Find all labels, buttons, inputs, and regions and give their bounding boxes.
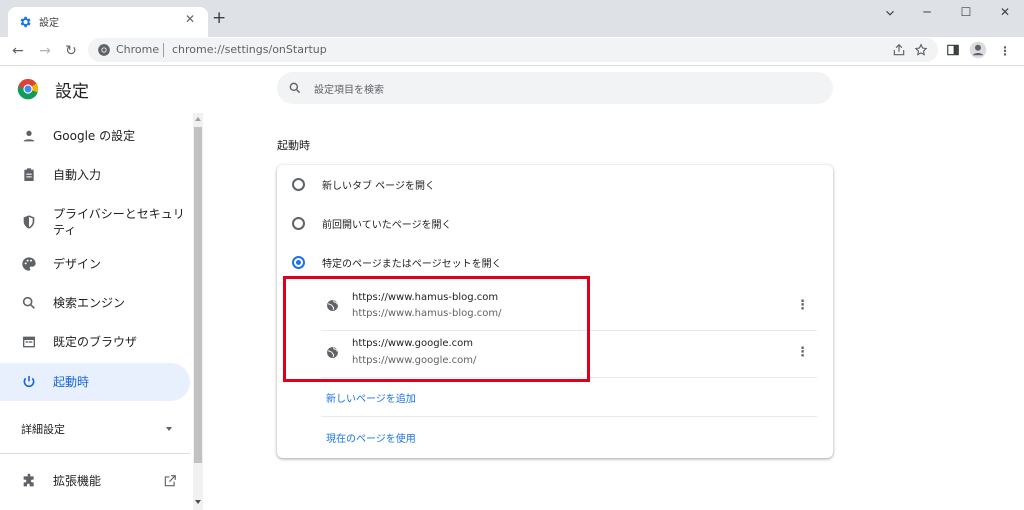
- advanced-settings[interactable]: 詳細設定: [21, 421, 65, 437]
- page-more-actions-icon[interactable]: ⋮: [796, 345, 809, 361]
- settings-search-input[interactable]: 設定項目を検索: [277, 72, 833, 104]
- sidebar-item-autofill[interactable]: 自動入力: [0, 156, 190, 194]
- back-button[interactable]: ←: [8, 42, 28, 60]
- search-icon: [22, 296, 35, 309]
- caret-down-icon[interactable]: [163, 424, 175, 434]
- search-icon: [289, 82, 301, 94]
- browser-tab[interactable]: 設定 ✕: [8, 7, 208, 37]
- browser-icon: [23, 336, 35, 348]
- address-bar[interactable]: Chrome chrome://settings/onStartup: [88, 38, 938, 62]
- sidebar-item-google[interactable]: Google の設定: [0, 117, 190, 155]
- shield-icon: [23, 215, 35, 229]
- sidebar-item-label: 検索エンジン: [53, 296, 126, 310]
- radio-specific-pages[interactable]: [292, 256, 305, 269]
- palette-icon: [22, 257, 36, 271]
- chevron-down-icon[interactable]: [883, 6, 897, 20]
- page-more-actions-icon[interactable]: ⋮: [796, 298, 809, 314]
- tab-title: 設定: [39, 18, 59, 29]
- sidebar-scrollbar-thumb[interactable]: [194, 127, 202, 463]
- url-text[interactable]: chrome://settings/onStartup: [172, 43, 327, 56]
- maximize-button[interactable]: ☐: [954, 5, 978, 21]
- chrome-chip: Chrome: [116, 43, 160, 56]
- settings-title: 設定: [55, 82, 89, 102]
- sidebar-item-label: Google の設定: [53, 129, 136, 143]
- use-current-pages-link[interactable]: 現在のページを使用: [326, 430, 416, 445]
- sidebar-item-label: 起動時: [53, 375, 90, 389]
- add-new-page-link[interactable]: 新しいページを追加: [326, 390, 416, 405]
- forward-button[interactable]: →: [35, 42, 55, 60]
- radio-label: 新しいタブ ページを開く: [322, 181, 435, 192]
- menu-kebab-icon[interactable]: ⋮: [996, 42, 1014, 60]
- scroll-down-arrow-icon[interactable]: [194, 499, 202, 505]
- section-title: 起動時: [277, 139, 310, 152]
- sidebar-item-default-browser[interactable]: 既定のブラウザ: [0, 323, 190, 361]
- highlight-box: [283, 276, 590, 382]
- sidebar-item-on-startup[interactable]: 起動時: [0, 363, 190, 401]
- chrome-icon: [98, 44, 110, 56]
- sidebar-item-privacy[interactable]: プライバシーとセキュリティ: [0, 200, 190, 244]
- open-in-new-icon[interactable]: [163, 474, 177, 488]
- close-window-button[interactable]: ✕: [993, 5, 1017, 21]
- radio-new-tab[interactable]: [292, 178, 305, 191]
- page-divider: [321, 416, 817, 417]
- sidebar-item-extensions[interactable]: 拡張機能: [0, 462, 190, 500]
- bookmark-star-icon[interactable]: [914, 43, 928, 57]
- person-icon: [23, 130, 35, 142]
- clipboard-icon: [24, 168, 34, 181]
- side-panel-icon[interactable]: [946, 43, 960, 57]
- sidebar-item-label: 拡張機能: [53, 474, 102, 488]
- chrome-logo: [17, 78, 39, 100]
- sidebar-item-label: 自動入力: [53, 168, 102, 182]
- search-placeholder: 設定項目を検索: [314, 85, 384, 96]
- radio-label: 特定のページまたはページセットを開く: [322, 259, 502, 270]
- share-icon[interactable]: [892, 43, 906, 57]
- address-separator: [163, 43, 164, 57]
- power-icon: [23, 376, 35, 387]
- radio-continue[interactable]: [292, 217, 305, 230]
- sidebar-item-label: 既定のブラウザ: [53, 335, 138, 349]
- sidebar-item-label: デザイン: [53, 257, 102, 271]
- sidebar-item-label: プライバシーとセキュリティ: [53, 207, 185, 237]
- puzzle-icon: [23, 473, 34, 487]
- new-tab-button[interactable]: +: [212, 10, 226, 27]
- sidebar-item-search-engine[interactable]: 検索エンジン: [0, 284, 190, 322]
- sidebar-item-appearance[interactable]: デザイン: [0, 245, 190, 283]
- tab-close-icon[interactable]: ✕: [185, 12, 195, 26]
- profile-avatar-icon[interactable]: [969, 41, 987, 59]
- reload-button[interactable]: ↻: [61, 42, 81, 60]
- sidebar-divider: [0, 453, 190, 454]
- minimize-button[interactable]: ─: [915, 5, 939, 21]
- gear-icon: [20, 16, 31, 28]
- scroll-up-arrow-icon[interactable]: [194, 116, 202, 122]
- radio-label: 前回開いていたページを開く: [322, 220, 452, 231]
